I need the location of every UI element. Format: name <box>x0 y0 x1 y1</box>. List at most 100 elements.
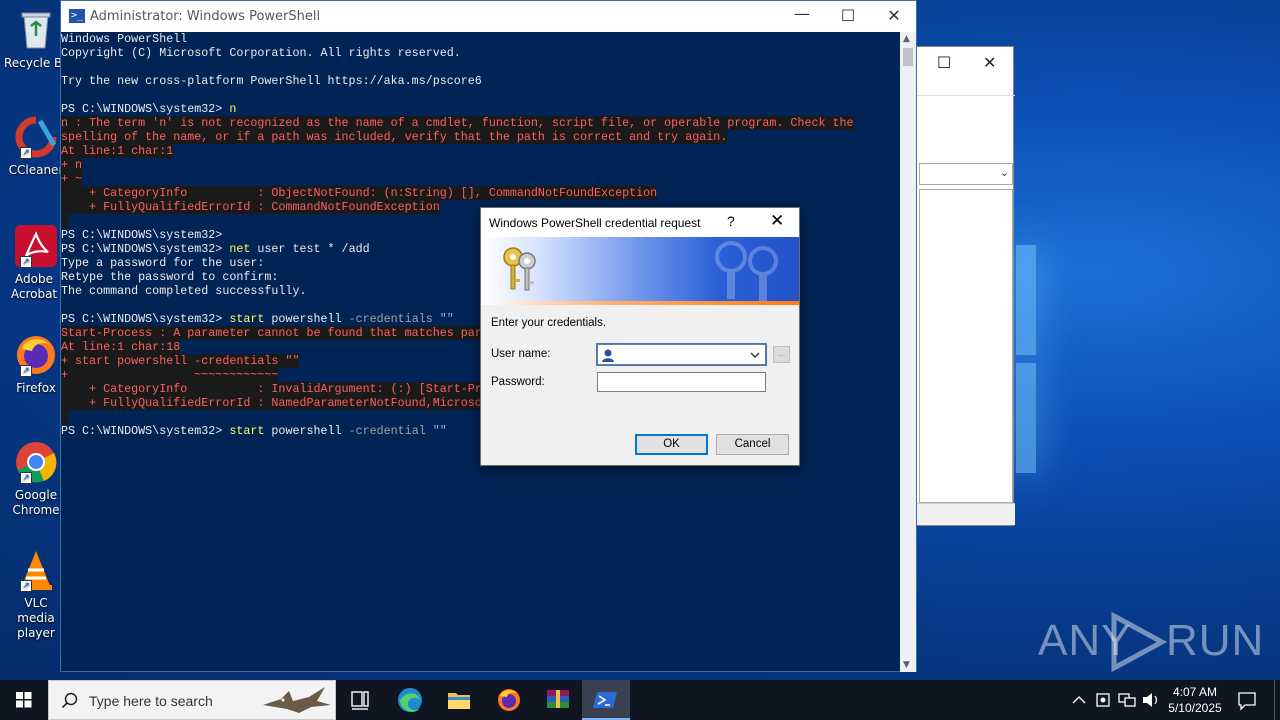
action-center-button[interactable] <box>1234 680 1260 720</box>
taskbar-search-box[interactable]: Type here to search <box>48 680 336 720</box>
console-prompt: PS C:\WINDOWS\system32> <box>61 312 230 326</box>
search-highlight-bird-icon <box>263 687 331 713</box>
password-field[interactable] <box>597 372 766 392</box>
console-text: PS C:\WINDOWS\system32> <box>61 228 223 242</box>
console-parameter: -credential <box>348 424 426 438</box>
password-input[interactable] <box>598 373 765 391</box>
console-error-text: + FullyQualifiedErrorId : CommandNotFoun… <box>61 200 440 214</box>
console-line: At line:1 char:1 <box>61 144 901 158</box>
tray-network-status[interactable] <box>1092 680 1114 720</box>
taskbar-firefox[interactable] <box>485 680 533 720</box>
vlc-icon: ↗ <box>14 548 58 592</box>
recycle-bin-icon <box>14 8 58 52</box>
clock-date: 5/10/2025 <box>1168 701 1222 715</box>
console-prompt: PS C:\WINDOWS\system32> <box>61 242 230 256</box>
console-parameter: -credentials <box>348 312 433 326</box>
console-error-text: At line:1 char:18 <box>61 340 181 354</box>
ok-button[interactable]: OK <box>635 434 708 455</box>
firefox-icon <box>498 689 520 711</box>
maximize-icon[interactable]: ☐ <box>937 53 951 72</box>
minimize-button[interactable]: — <box>779 4 825 23</box>
task-view-button[interactable] <box>336 680 384 720</box>
chrome-icon: ↗ <box>14 440 58 484</box>
scroll-down-icon[interactable]: ▼ <box>903 660 910 670</box>
console-args: powershell <box>264 424 349 438</box>
console-text: Type a password for the user: <box>61 256 265 270</box>
desktop-icon-vlc[interactable]: ↗ VLC media player <box>4 548 68 641</box>
close-icon[interactable]: ✕ <box>983 53 996 72</box>
close-button[interactable]: ✕ <box>871 6 917 25</box>
taskbar: Type here to search 4:07 AM 5/10/2025 <box>0 680 1280 720</box>
user-icon <box>602 349 614 362</box>
console-text: The command completed successfully. <box>61 284 307 298</box>
desktop-icon-label: Firefox <box>16 381 56 395</box>
console-error-text: + CategoryInfo : InvalidArgument: (:) [S… <box>61 382 482 396</box>
dialog-titlebar[interactable]: Windows PowerShell credential request ? … <box>481 208 799 237</box>
console-text: Retype the password to confirm: <box>61 270 279 284</box>
desktop-icon-ccleaner[interactable]: ↗ CCleaner <box>4 115 68 178</box>
volume-icon <box>1143 693 1158 707</box>
console-args: powershell <box>264 312 349 326</box>
powershell-icon: >_ <box>69 9 85 23</box>
taskbar-edge[interactable] <box>386 680 434 720</box>
firefox-icon: ↗ <box>14 333 58 377</box>
taskbar-clock[interactable]: 4:07 AM 5/10/2025 <box>1162 684 1228 716</box>
keys-watermark-icon <box>715 241 778 301</box>
ccleaner-icon: ↗ <box>14 115 58 159</box>
credential-dialog[interactable]: Windows PowerShell credential request ? … <box>480 207 800 466</box>
console-error-text: At line:1 char:1 <box>61 144 174 158</box>
console-command: n <box>229 102 237 116</box>
console-error-text: + ~ <box>61 172 83 186</box>
dialog-close-button[interactable]: ✕ <box>770 211 784 231</box>
scroll-up-icon[interactable]: ▲ <box>903 34 910 44</box>
username-input[interactable] <box>618 347 746 362</box>
taskbar-powershell[interactable] <box>582 680 630 720</box>
scrollbar-thumb[interactable] <box>903 48 913 66</box>
console-error-text: + start powershell -credentials "" <box>61 354 300 368</box>
console-error-text: spelling of the name, or if a path was i… <box>61 130 728 144</box>
browse-button[interactable]: ... <box>773 346 790 363</box>
cancel-button[interactable]: Cancel <box>716 434 789 455</box>
show-desktop-button[interactable] <box>1274 680 1280 720</box>
tray-network[interactable] <box>1116 680 1138 720</box>
desktop-icon-label: Recycle Bin <box>4 56 60 70</box>
username-combobox[interactable] <box>596 343 767 366</box>
dialog-banner <box>481 237 799 305</box>
console-string: "" <box>425 424 447 438</box>
desktop-icon-firefox[interactable]: ↗ Firefox <box>4 333 68 396</box>
desktop-icon-recycle-bin[interactable]: Recycle Bin <box>4 8 68 71</box>
console-line: Try the new cross-platform PowerShell ht… <box>61 74 901 88</box>
dialog-title: Windows PowerShell credential request <box>489 216 701 230</box>
start-button[interactable] <box>0 680 48 720</box>
chevron-down-icon[interactable] <box>748 348 762 362</box>
console-line: + CategoryInfo : ObjectNotFound: (n:Stri… <box>61 186 901 200</box>
console-line: n : The term 'n' is not recognized as th… <box>61 116 901 130</box>
desktop-icon-label: Adobe Acrobat <box>10 272 58 301</box>
desktop-icon-label: VLC media player <box>17 596 55 640</box>
taskbar-winrar[interactable] <box>534 680 582 720</box>
console-line: Windows PowerShell <box>61 32 901 46</box>
password-label: Password: <box>491 376 545 388</box>
tray-overflow-button[interactable] <box>1068 680 1090 720</box>
desktop-icon-adobe-acrobat[interactable]: ↗ Adobe Acrobat <box>4 224 68 302</box>
maximize-button[interactable]: ☐ <box>825 6 871 25</box>
notification-icon <box>1238 692 1256 711</box>
keys-icon <box>503 247 536 291</box>
console-line: spelling of the name, or if a path was i… <box>61 130 901 144</box>
powershell-titlebar[interactable]: >_ Administrator: Windows PowerShell — ☐… <box>61 1 916 32</box>
console-error-text: + n <box>61 158 83 172</box>
console-text: Copyright (C) Microsoft Corporation. All… <box>61 46 461 60</box>
background-window-dropdown[interactable]: ⌄ <box>919 163 1013 185</box>
taskbar-file-explorer[interactable] <box>435 680 483 720</box>
background-window[interactable]: ☐ ✕ ⌄ <box>916 46 1015 526</box>
help-button[interactable]: ? <box>727 213 735 229</box>
chevron-down-icon: ⌄ <box>999 166 1009 179</box>
console-error-text: Start-Process : A parameter cannot be fo… <box>61 326 482 340</box>
task-view-icon <box>351 691 369 710</box>
console-scrollbar[interactable]: ▲ ▼ <box>900 32 916 672</box>
desktop-icon-google-chrome[interactable]: ↗ Google Chrome <box>4 440 68 518</box>
tray-volume[interactable] <box>1140 680 1162 720</box>
winrar-icon <box>547 690 569 708</box>
console-text: Try the new cross-platform PowerShell ht… <box>61 74 482 88</box>
